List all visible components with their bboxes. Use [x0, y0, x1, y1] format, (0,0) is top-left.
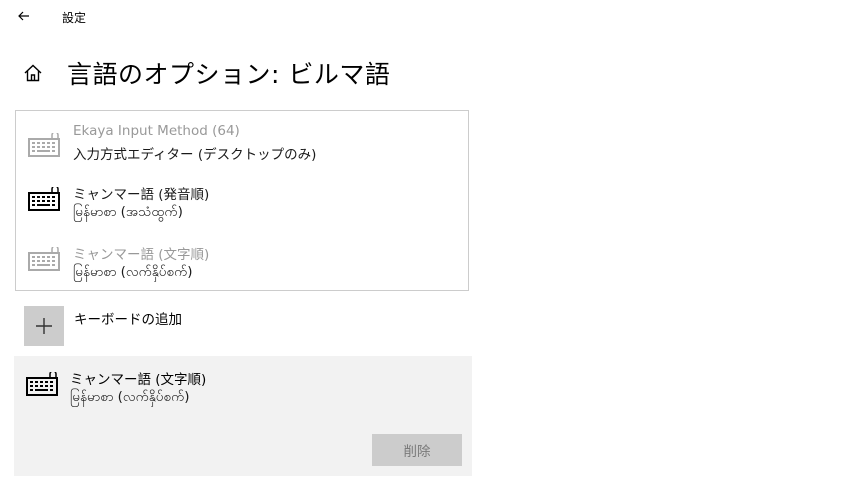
page-title: 言語のオプション: ビルマ語 [67, 60, 391, 89]
selected-keyboard-subtitle: မြန်မာစာ (လက်နှိပ်စက်) [70, 389, 190, 405]
back-button[interactable] [14, 6, 34, 26]
plus-icon [36, 318, 52, 334]
keyboard-icon [28, 247, 60, 271]
keyboard-icon [26, 372, 58, 396]
keyboard-icon [28, 133, 60, 157]
keyboard-name: ミャンマー語 (発音順) [73, 187, 210, 203]
arrow-left-icon [18, 11, 29, 21]
keyboard-subtitle: မြန်မာစာ (အသံထွက်) [73, 204, 183, 220]
keyboard-icon [28, 187, 60, 211]
keyboard-list: Ekaya Input Method (64) 入力方式エディター (デスクトッ… [15, 110, 469, 291]
selected-keyboard-name: ミャンマー語 (文字順) [70, 372, 207, 388]
keyboard-subtitle: 入力方式エディター (デスクトップのみ) [73, 147, 317, 163]
add-keyboard-button[interactable] [24, 306, 64, 346]
window-title: 設定 [62, 11, 87, 25]
keyboard-subtitle: မြန်မာစာ (လက်နှိပ်စက်) [73, 264, 193, 280]
home-button[interactable] [22, 62, 44, 84]
keyboard-name: ミャンマー語 (文字順) [73, 247, 210, 263]
remove-button[interactable]: 削除 [372, 434, 462, 466]
keyboard-list-item[interactable]: ミャンマー語 (発音順) မြန်မာစာ (အသံထွက်) [16, 179, 470, 237]
keyboard-list-item[interactable]: ミャンマー語 (文字順) မြန်မာစာ (လက်နှိပ်စက်) [16, 239, 470, 297]
keyboard-list-item[interactable]: Ekaya Input Method (64) 入力方式エディター (デスクトッ… [16, 119, 470, 177]
keyboard-name: Ekaya Input Method (64) [73, 123, 240, 139]
add-keyboard-label[interactable]: キーボードの追加 [74, 308, 182, 328]
home-icon [24, 64, 42, 82]
